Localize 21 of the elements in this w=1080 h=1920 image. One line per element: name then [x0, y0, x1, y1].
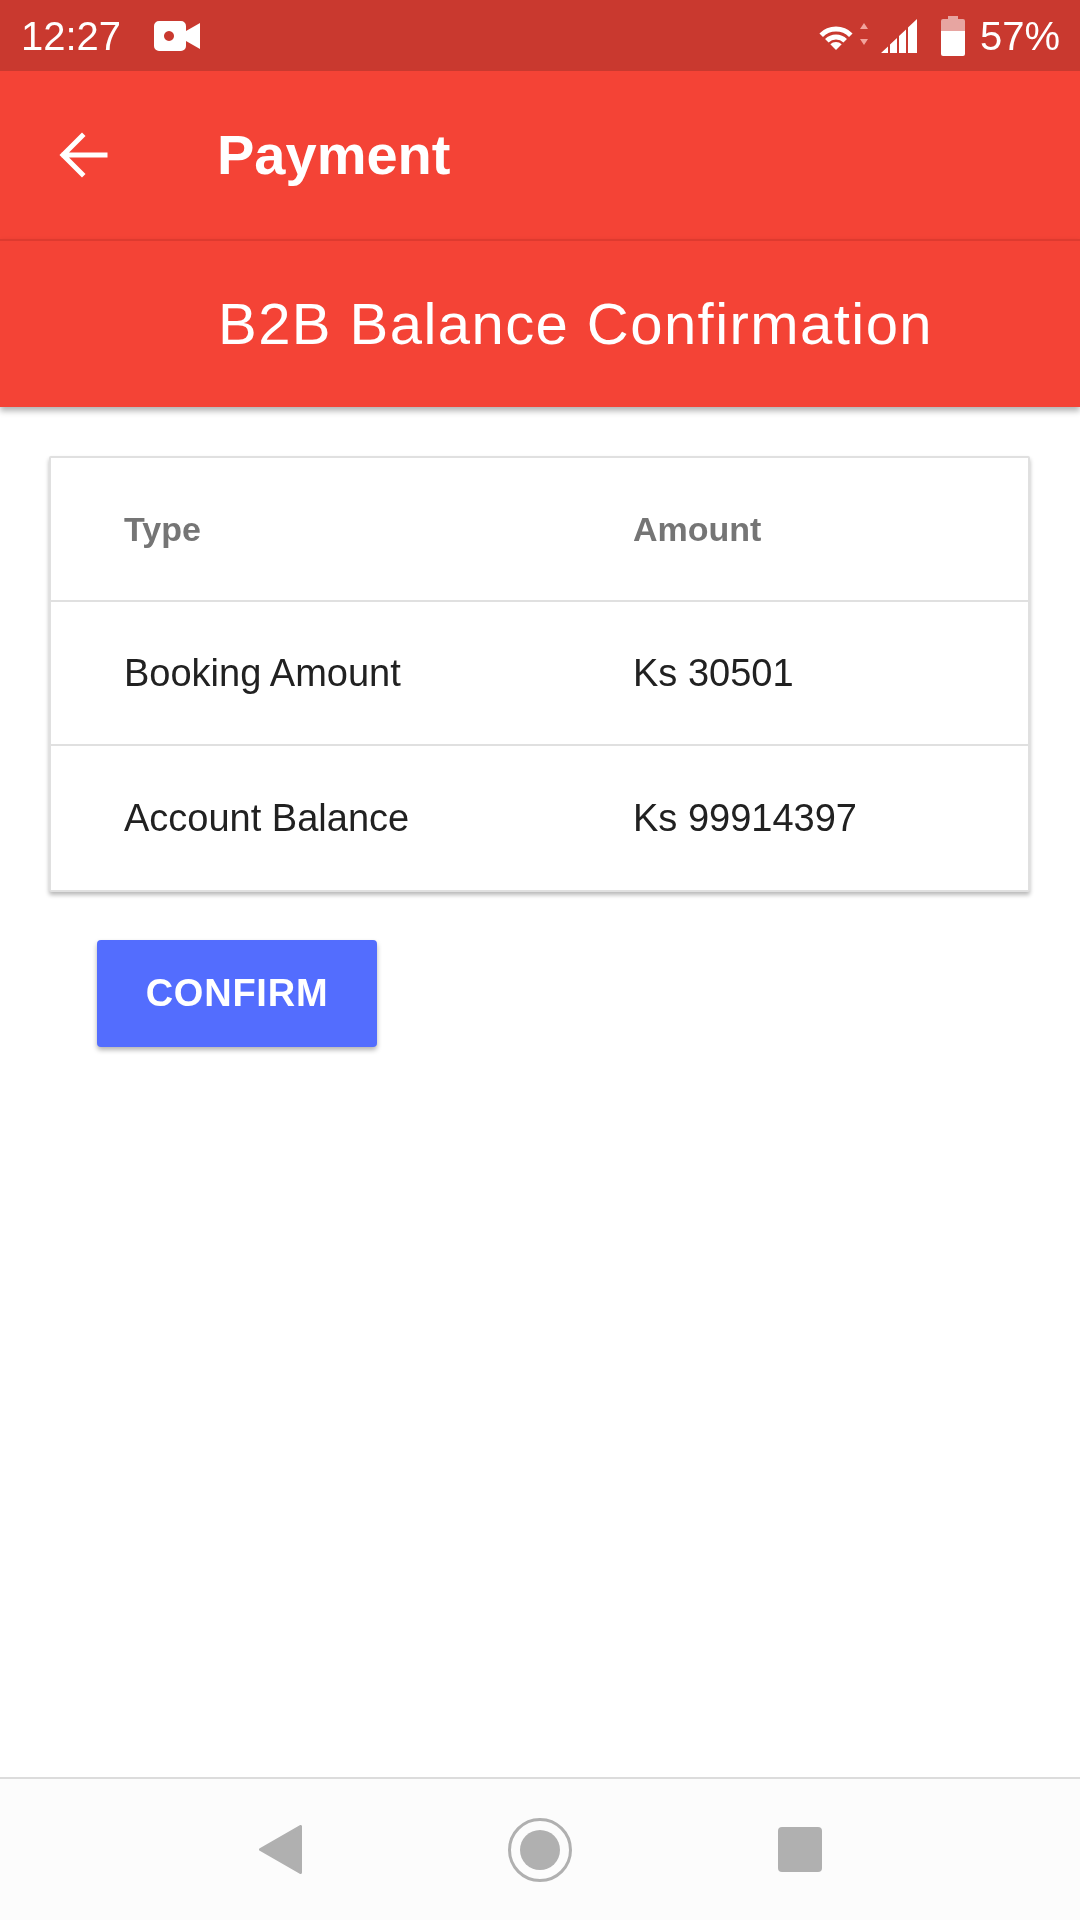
nav-home-button[interactable]: [507, 1817, 572, 1882]
table-cell-text: Booking Amount: [124, 650, 402, 696]
table-cell-text: Ks 30501: [633, 650, 795, 696]
signal-icon: [880, 18, 917, 53]
column-header: Type: [124, 508, 202, 550]
battery-icon: [940, 15, 965, 56]
table-cell-text: Account Balance: [124, 795, 411, 841]
battery-percent: 57%: [979, 15, 1060, 56]
subtitle-text: B2B Balance Confirmation: [218, 292, 934, 356]
table-cell-text: Ks 99914397: [633, 795, 858, 841]
status-time: 12:27: [21, 15, 122, 56]
toolbar-title: Payment: [217, 124, 451, 186]
nav-recents-button[interactable]: [777, 1827, 822, 1872]
column-header: Amount: [633, 508, 763, 550]
nav-back-button[interactable]: [258, 1825, 302, 1874]
video-camera-icon: [154, 18, 201, 53]
back-triangle-icon: [258, 1825, 302, 1874]
square-icon: [777, 1827, 822, 1872]
confirm-button[interactable]: CONFIRM: [97, 940, 377, 1047]
home-circle-icon: [507, 1817, 572, 1882]
back-arrow-icon: [58, 131, 108, 179]
